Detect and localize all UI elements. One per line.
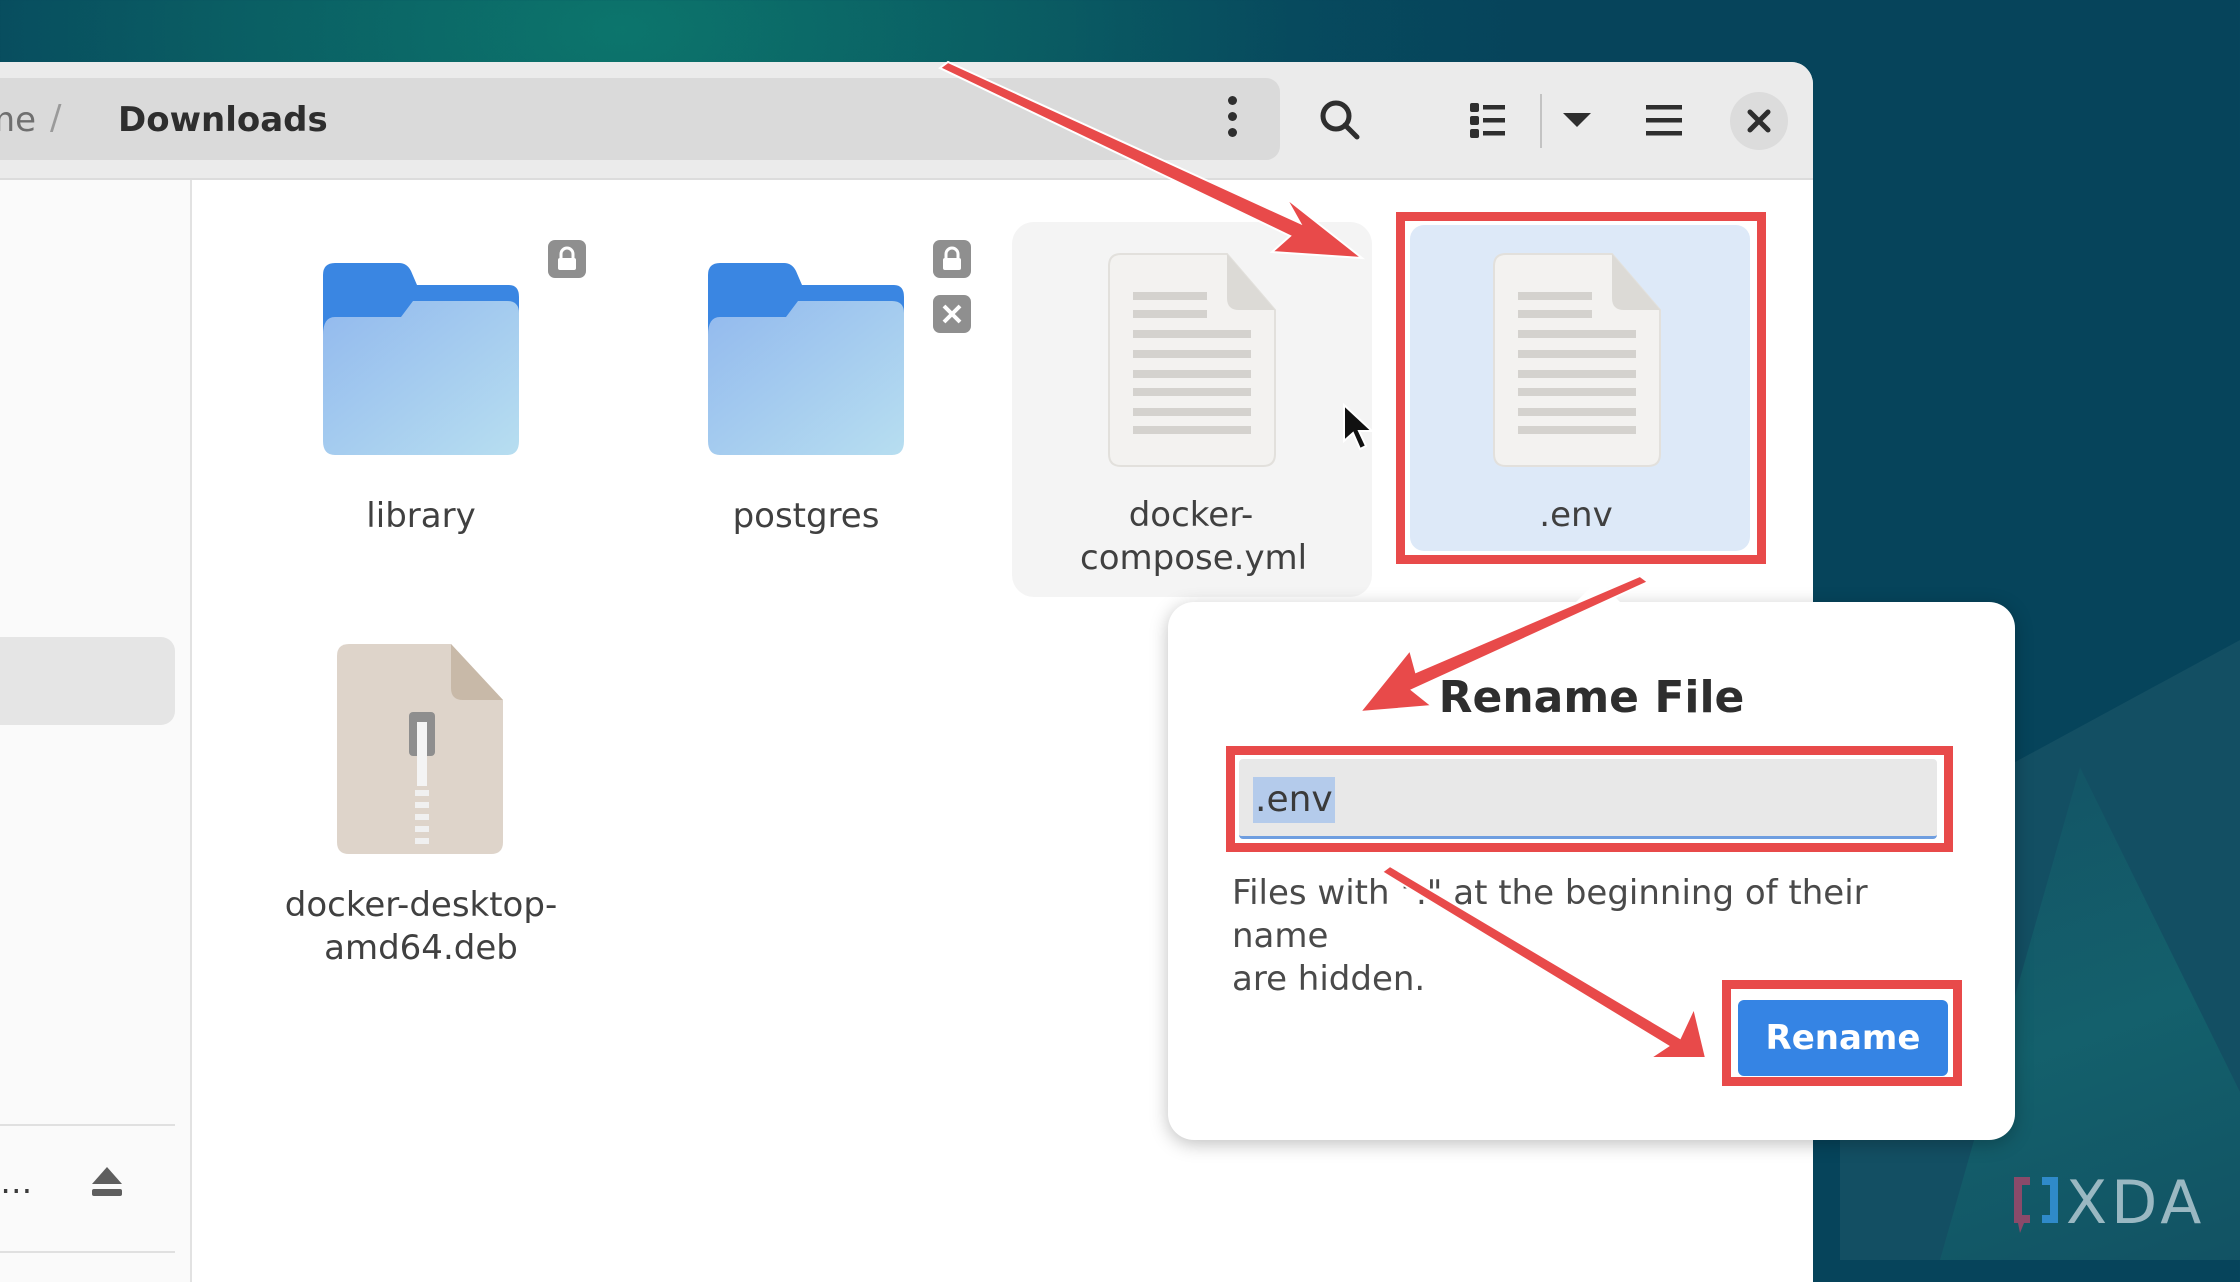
toolbar-separator (1540, 94, 1542, 148)
chevron-down-icon (1563, 113, 1591, 127)
lock-emblem-icon (548, 240, 586, 278)
popover-pointer (1576, 580, 1620, 602)
sidebar-item-selected[interactable] (0, 637, 175, 725)
kebab-menu-icon[interactable] (1220, 96, 1244, 142)
file-item-docker-compose[interactable]: docker- compose.yml (1080, 250, 1308, 590)
annotation-box-input (1226, 746, 1953, 852)
eject-button[interactable] (90, 1165, 124, 1203)
folder-icon (708, 263, 904, 455)
file-name-line1: docker-desktop- (284, 885, 558, 925)
sidebar-divider (0, 1124, 175, 1126)
view-options-button[interactable] (1552, 82, 1602, 158)
file-item-docker-desktop-deb[interactable]: docker-desktop- amd64.deb (270, 640, 572, 980)
lock-emblem-icon (933, 240, 971, 278)
hamburger-menu-icon (1646, 105, 1682, 136)
popover-title: Rename File (1438, 672, 1745, 723)
file-name-line2: compose.yml (1080, 538, 1308, 578)
breadcrumb-home[interactable]: me (0, 100, 36, 140)
breadcrumb-separator: / (50, 98, 62, 138)
sidebar-item-device[interactable]: n… (0, 1163, 32, 1201)
sidebar: n… (0, 180, 192, 1282)
file-name: postgres (732, 496, 880, 536)
xda-watermark: XDA (2010, 1168, 2205, 1238)
eject-icon (92, 1167, 122, 1196)
list-view-icon (1470, 103, 1505, 138)
path-bar: me / Downloads (0, 78, 1280, 160)
close-button[interactable] (1730, 92, 1788, 150)
sidebar-divider (0, 1251, 175, 1253)
file-name-line1: docker- (1128, 495, 1254, 535)
breadcrumb-downloads[interactable]: Downloads (118, 100, 328, 140)
main-menu-button[interactable] (1634, 82, 1694, 158)
hint-line1: Files with "." at the beginning of their… (1232, 873, 1868, 956)
annotation-box-button (1722, 980, 1962, 1086)
archive-file-icon (337, 644, 503, 854)
search-button[interactable] (1300, 82, 1380, 158)
xda-logo-icon (2014, 1177, 2058, 1233)
view-toggle-button[interactable] (1458, 82, 1518, 158)
file-item-postgres[interactable]: postgres (695, 255, 917, 555)
header-bar: me / Downloads (0, 62, 1813, 180)
file-item-library[interactable]: library (310, 255, 532, 555)
xda-text: XDA (2066, 1168, 2206, 1238)
unreadable-emblem-icon (933, 295, 971, 333)
mouse-cursor-icon (1343, 403, 1375, 451)
search-icon (1320, 100, 1360, 140)
file-name-line2: amd64.deb (324, 928, 518, 968)
folder-icon (323, 263, 519, 455)
file-name: library (366, 496, 476, 536)
annotation-box-env (1396, 212, 1766, 564)
text-file-icon (1108, 253, 1276, 467)
close-icon (1747, 109, 1771, 133)
